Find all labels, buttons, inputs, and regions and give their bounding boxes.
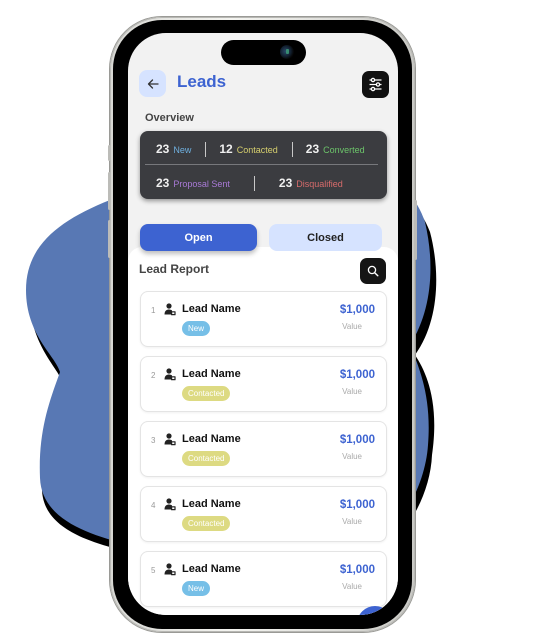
status-badge: Contacted	[182, 386, 231, 401]
tab-closed[interactable]: Closed	[269, 224, 382, 251]
lead-index: 3	[151, 436, 156, 445]
user-icon	[164, 498, 176, 511]
user-icon	[164, 433, 176, 446]
lead-value-label: Value	[342, 517, 362, 526]
status-badge: New	[182, 581, 211, 596]
lead-value: $1,000	[339, 564, 375, 576]
stat-count: 23	[156, 142, 170, 156]
page-title: Leads	[177, 72, 227, 91]
lead-value-label: Value	[342, 387, 362, 396]
back-button[interactable]	[139, 70, 166, 97]
stat-label: New	[173, 145, 192, 155]
user-icon	[164, 303, 176, 316]
front-camera-icon	[280, 45, 294, 59]
phone-volume-up-button	[108, 172, 111, 210]
overview-card: 23 New 12 Contacted 23 Converted 23 Prop…	[140, 131, 387, 199]
stat-count: 23	[156, 176, 170, 190]
lead-index: 4	[151, 501, 156, 510]
overview-heading: Overview	[145, 112, 194, 124]
app-screen: Leads Overview 23 New 12 Contacted 23 Co…	[128, 33, 398, 615]
sliders-icon	[369, 77, 382, 92]
user-icon	[164, 563, 176, 576]
arrow-left-icon	[147, 78, 159, 89]
lead-name: Lead Name	[182, 368, 241, 380]
phone-power-button	[414, 200, 417, 260]
stat-separator	[253, 175, 255, 191]
stat-separator	[291, 141, 293, 157]
phone-volume-down-button	[108, 220, 111, 258]
stat-label: Proposal Sent	[173, 179, 230, 189]
stat-label: Disqualified	[296, 179, 343, 189]
status-badge: Contacted	[182, 451, 231, 466]
lead-value: $1,000	[339, 304, 375, 316]
filter-button[interactable]	[362, 71, 389, 98]
lead-card[interactable]: 3 Lead Name Contacted $1,000 Value	[140, 421, 387, 477]
overview-row-1: 23 New 12 Contacted 23 Converted	[140, 140, 387, 158]
stat-label: Contacted	[236, 145, 278, 155]
lead-value: $1,000	[339, 434, 375, 446]
stat-count: 23	[305, 142, 320, 156]
lead-value-label: Value	[342, 452, 362, 461]
stat-converted[interactable]: 23 Converted	[306, 142, 365, 156]
lead-value-label: Value	[342, 582, 362, 591]
lead-name: Lead Name	[182, 303, 241, 315]
lead-value-label: Value	[342, 322, 362, 331]
lead-card[interactable]: 1 Lead Name New $1,000 Value	[140, 291, 387, 347]
lead-name: Lead Name	[182, 433, 241, 445]
stat-proposal-sent[interactable]: 23 Proposal Sent	[156, 176, 230, 190]
stat-contacted[interactable]: 12 Contacted	[219, 142, 277, 156]
lead-index: 2	[151, 371, 156, 380]
search-icon	[367, 265, 379, 277]
lead-card[interactable]: 5 Lead Name New $1,000 Value	[140, 551, 387, 607]
lead-name: Lead Name	[182, 498, 241, 510]
stat-disqualified[interactable]: 23 Disqualified	[279, 176, 343, 190]
phone-action-button	[108, 145, 111, 161]
overview-row-2: 23 Proposal Sent 23 Disqualified	[140, 174, 387, 192]
overview-divider	[145, 164, 378, 165]
user-icon	[164, 368, 176, 381]
lead-index: 1	[151, 306, 156, 315]
tab-open[interactable]: Open	[140, 224, 257, 251]
stat-new[interactable]: 23 New	[156, 142, 191, 156]
lead-report-heading: Lead Report	[139, 262, 210, 276]
stat-count: 23	[278, 176, 293, 190]
search-button[interactable]	[360, 258, 386, 284]
stat-label: Converted	[323, 145, 365, 155]
lead-card[interactable]: 2 Lead Name Contacted $1,000 Value	[140, 356, 387, 412]
lead-index: 5	[151, 566, 156, 575]
stat-separator	[205, 141, 207, 157]
lead-card[interactable]: 4 Lead Name Contacted $1,000 Value	[140, 486, 387, 542]
status-badge: Contacted	[182, 516, 231, 531]
stat-count: 12	[219, 142, 233, 156]
status-badge: New	[182, 321, 211, 336]
lead-value: $1,000	[339, 499, 375, 511]
lead-name: Lead Name	[182, 563, 241, 575]
lead-value: $1,000	[339, 369, 375, 381]
